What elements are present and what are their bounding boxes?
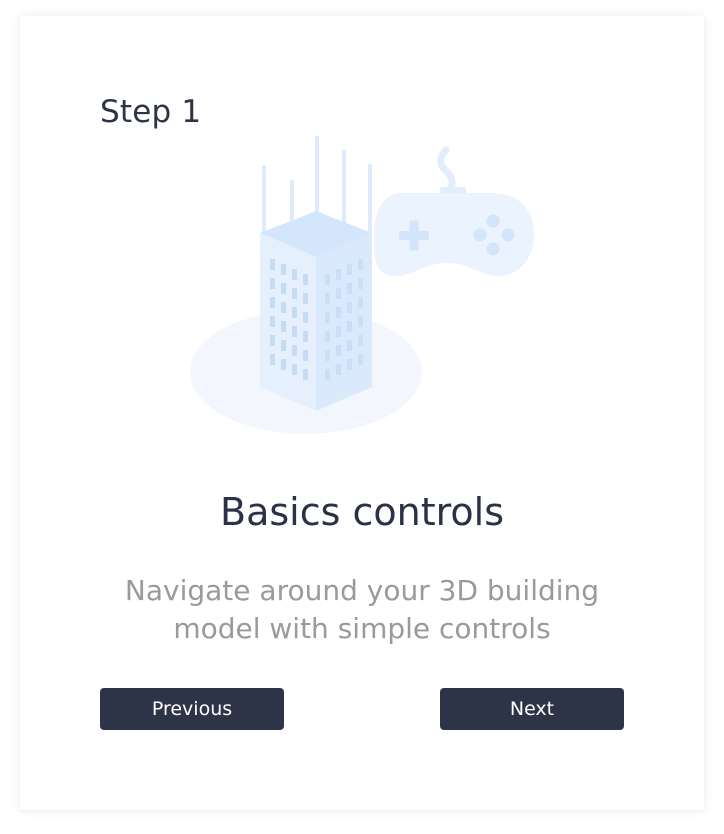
gamepad-icon bbox=[374, 146, 534, 276]
onboarding-card: Step 1 Basics controls Navigate around y… bbox=[20, 16, 704, 810]
building-icon bbox=[260, 136, 372, 411]
card-title: Basics controls bbox=[220, 490, 504, 534]
card-description: Navigate around your 3D building model w… bbox=[124, 574, 600, 645]
previous-button[interactable]: Previous bbox=[100, 688, 284, 730]
next-button[interactable]: Next bbox=[440, 688, 624, 730]
illustration bbox=[170, 111, 550, 451]
